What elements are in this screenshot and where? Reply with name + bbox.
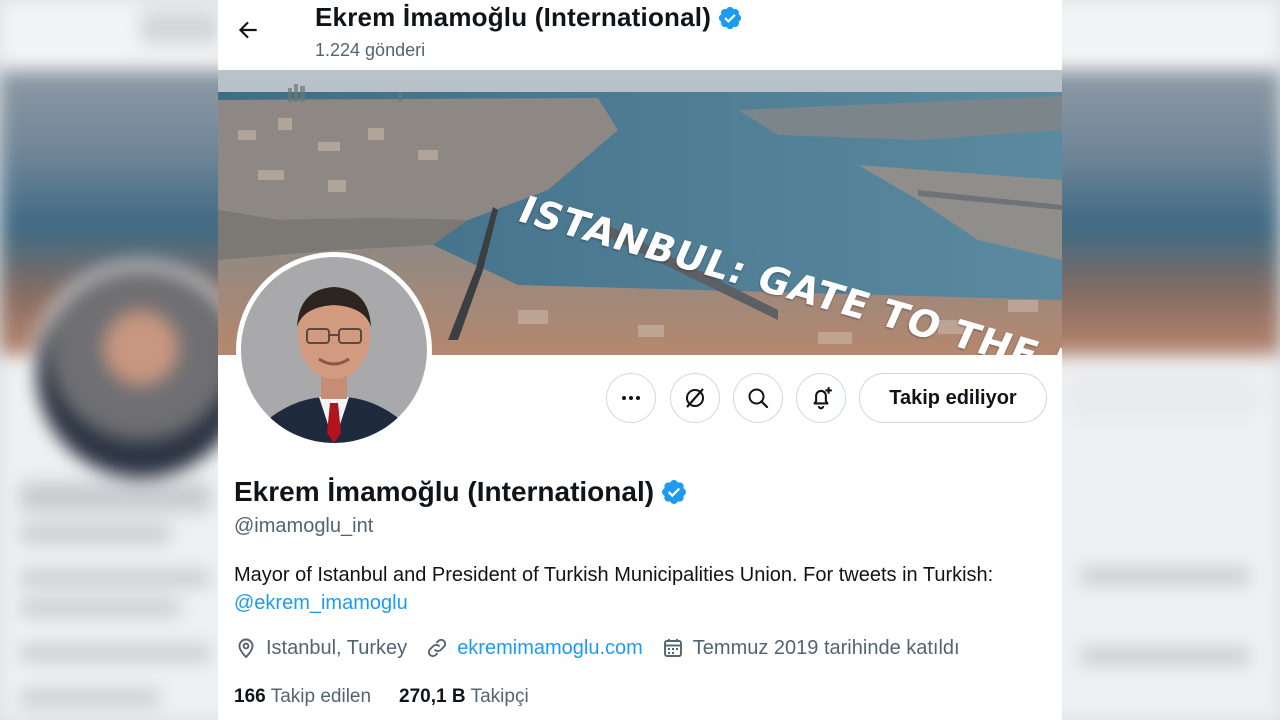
grok-icon (686, 388, 704, 408)
bio: Mayor of Istanbul and President of Turki… (234, 561, 1034, 617)
more-button[interactable] (606, 373, 656, 423)
following-button[interactable]: Takip ediliyor (859, 373, 1047, 423)
website: ekremimamoglu.com (425, 636, 643, 660)
back-arrow-icon (238, 21, 257, 39)
follow-stats: 166 Takip edilen 270,1 B Takipçi (234, 686, 557, 708)
verified-badge-icon (717, 5, 743, 31)
header-name: Ekrem İmamoğlu (International) (315, 2, 712, 32)
website-link[interactable]: ekremimamoglu.com (457, 637, 643, 660)
link-icon (428, 638, 447, 658)
grok-button[interactable] (670, 373, 720, 423)
following-stat[interactable]: 166 Takip edilen (234, 686, 371, 708)
post-count: 1.224 gönderi (315, 40, 426, 60)
display-name: Ekrem İmamoğlu (International) (234, 476, 655, 507)
avatar[interactable] (236, 252, 432, 448)
followers-count: 270,1 B (399, 686, 466, 707)
calendar-icon (663, 639, 682, 657)
avatar-image (241, 257, 427, 443)
back-button[interactable] (230, 12, 266, 48)
join-date-text: Temmuz 2019 tarihinde katıldı (692, 636, 960, 659)
handle: @imamoglu_int (234, 515, 374, 537)
join-date: Temmuz 2019 tarihinde katıldı (661, 636, 960, 660)
followers-label: Takipçi (470, 686, 529, 707)
search-button[interactable] (733, 373, 783, 423)
profile-name-row: Ekrem İmamoğlu (International) (234, 476, 688, 508)
bio-text: Mayor of Istanbul and President of Turki… (234, 564, 994, 586)
header-name-row: Ekrem İmamoğlu (International) (315, 2, 743, 33)
profile-column: Ekrem İmamoğlu (International) 1.224 gön… (218, 0, 1062, 720)
bio-mention-link[interactable]: @ekrem_imamoglu (234, 592, 408, 614)
verified-badge-icon[interactable] (660, 478, 688, 506)
followers-stat[interactable]: 270,1 B Takipçi (399, 686, 529, 708)
following-label: Takip edilen (270, 686, 372, 707)
location: Istanbul, Turkey (234, 636, 407, 660)
location-pin-icon (238, 638, 254, 659)
top-bar: Ekrem İmamoğlu (International) 1.224 gön… (218, 0, 1062, 70)
notification-bell-icon (813, 387, 832, 410)
more-icon (622, 396, 640, 400)
notification-button[interactable] (796, 373, 846, 423)
search-icon (748, 388, 769, 409)
following-count: 166 (234, 686, 266, 707)
profile-meta: Istanbul, Turkey ekremimamoglu.com Temmu… (234, 636, 978, 660)
location-text: Istanbul, Turkey (266, 636, 408, 659)
